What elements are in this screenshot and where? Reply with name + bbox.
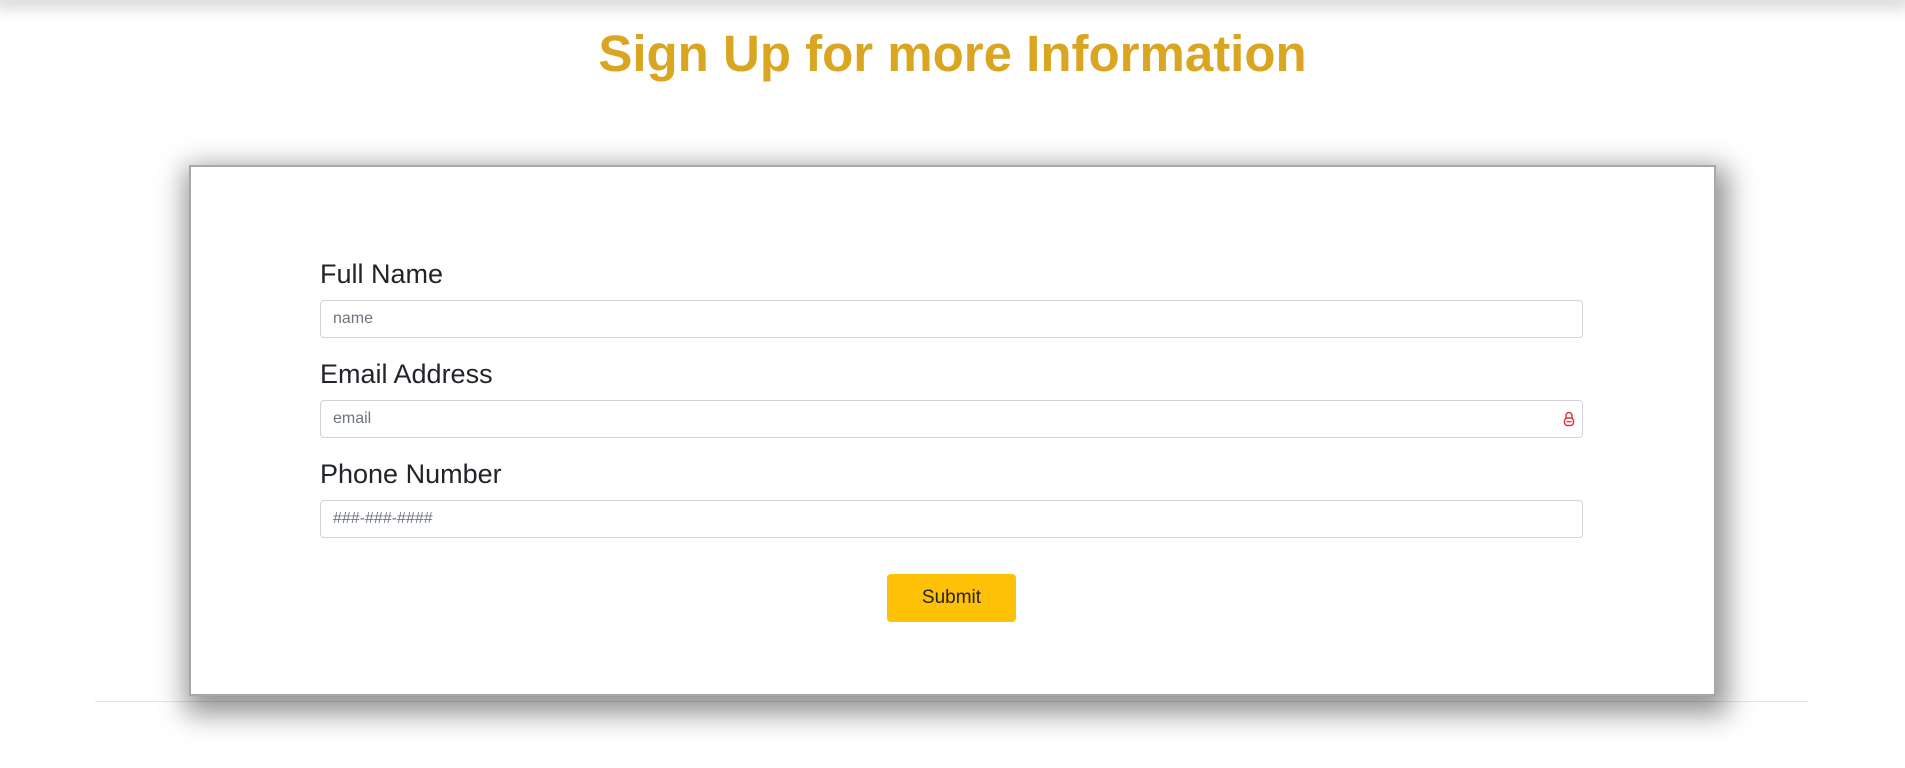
- submit-button[interactable]: Submit: [887, 574, 1016, 622]
- email-input[interactable]: [320, 400, 1583, 438]
- password-manager-lock-icon[interactable]: [1563, 411, 1575, 427]
- full-name-input[interactable]: [320, 300, 1583, 338]
- section-divider: [95, 701, 1808, 702]
- full-name-label: Full Name: [320, 259, 444, 289]
- page-title: Sign Up for more Information: [598, 25, 1307, 82]
- phone-number-input[interactable]: [320, 500, 1583, 538]
- phone-number-label: Phone Number: [320, 459, 502, 489]
- signup-form: Full Name Email Address Phone Number Sub…: [189, 165, 1716, 696]
- email-address-label: Email Address: [320, 359, 493, 389]
